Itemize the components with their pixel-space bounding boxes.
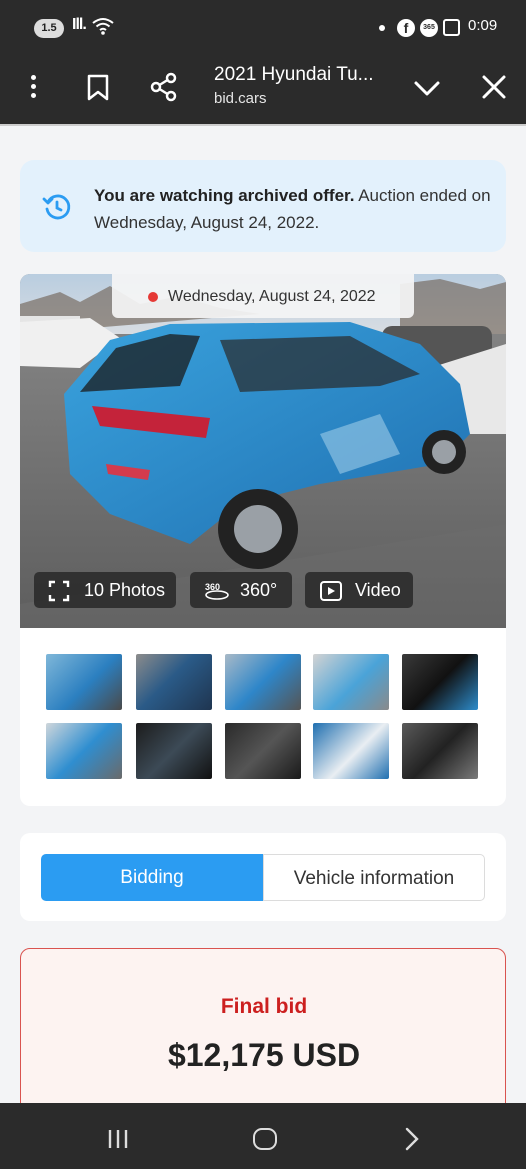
facebook-icon: f (397, 19, 415, 37)
video-button[interactable]: Video (305, 572, 413, 608)
play-video-icon (320, 581, 342, 601)
rotate-360-icon: 360 (205, 582, 229, 600)
screenshot-icon (443, 19, 460, 36)
notification-dot-icon (379, 25, 385, 31)
back-icon[interactable] (402, 1127, 422, 1151)
system-nav-bar (0, 1103, 526, 1169)
tab-vehicle-information[interactable]: Vehicle information (263, 854, 485, 901)
app-365-icon: 365 (420, 19, 438, 37)
photos-label: 10 Photos (84, 580, 166, 600)
status-badge: 1.5 (34, 19, 64, 38)
final-bid-value: $12,175 USD (167, 1037, 361, 1073)
info-tabs: Bidding Vehicle information (20, 833, 506, 921)
bookmark-icon[interactable] (86, 74, 110, 102)
tab-bidding[interactable]: Bidding (41, 854, 263, 901)
thumbnail-4[interactable] (313, 654, 389, 710)
final-bid-label: Final bid (220, 995, 308, 1018)
media-gallery: Wednesday, August 24, 2022 10 Photos 360… (20, 274, 506, 806)
main-vehicle-photo[interactable]: Wednesday, August 24, 2022 10 Photos 360… (20, 274, 506, 628)
notice-bold: You are watching archived offer. (94, 186, 355, 205)
view-360-button[interactable]: 360 360° (190, 572, 292, 608)
share-icon[interactable] (150, 72, 178, 102)
thumbnail-9[interactable] (313, 723, 389, 779)
recent-apps-icon[interactable] (107, 1128, 129, 1150)
archived-notice: You are watching archived offer. Auction… (20, 160, 506, 252)
thumbnail-7[interactable] (136, 723, 212, 779)
thumbnail-10[interactable] (402, 723, 478, 779)
chevron-down-icon[interactable] (413, 74, 441, 102)
fullscreen-icon (48, 580, 70, 602)
home-icon[interactable] (253, 1128, 277, 1150)
page-url: bid.cars (214, 90, 267, 107)
thumbnail-8[interactable] (225, 723, 301, 779)
live-dot-icon (148, 292, 158, 302)
thumbnail-2[interactable] (136, 654, 212, 710)
auction-date: Wednesday, August 24, 2022 (168, 288, 376, 305)
thumbnail-1[interactable] (46, 654, 122, 710)
photos-button[interactable]: 10 Photos (34, 572, 176, 608)
status-bar: 1.5 Ill. f 365 0:09 (0, 0, 526, 52)
auction-date-badge: Wednesday, August 24, 2022 (112, 274, 414, 318)
history-icon (42, 194, 71, 220)
view-360-label: 360° (240, 580, 278, 600)
clock: 0:09 (468, 17, 498, 34)
more-vert-icon[interactable] (18, 72, 48, 102)
signal-icon: Ill. (72, 16, 87, 33)
notice-text: You are watching archived offer. Auction… (94, 182, 494, 236)
wifi-icon (92, 18, 114, 35)
close-icon[interactable] (481, 74, 507, 100)
custom-tab-toolbar: 2021 Hyundai Tu... bid.cars (0, 52, 526, 126)
thumbnail-6[interactable] (46, 723, 122, 779)
final-bid-card: Final bid $12,175 USD (20, 948, 506, 1118)
page-title: 2021 Hyundai Tu... (214, 64, 374, 85)
video-label: Video (355, 580, 401, 600)
thumbnail-3[interactable] (225, 654, 301, 710)
thumbnail-5[interactable] (402, 654, 478, 710)
